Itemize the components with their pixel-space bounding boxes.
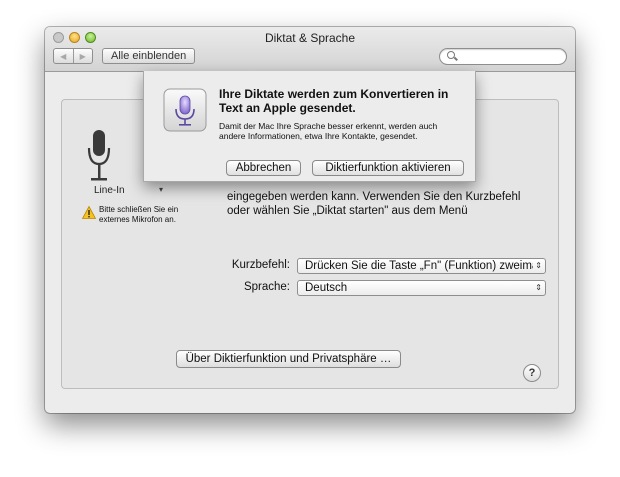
description-text: eingegeben werden kann. Verwenden Sie de… [227,191,521,217]
shortcut-value: Drücken Sie die Taste „Fn" (Funktion) zw… [305,260,541,272]
microphone-icon [87,130,111,181]
shortcut-popup[interactable]: Drücken Sie die Taste „Fn" (Funktion) zw… [297,258,546,274]
back-button[interactable]: ◀ [54,49,74,63]
shortcut-label: Kurzbefehl: [231,259,290,271]
sheet-body: Damit der Mac Ihre Sprache besser erkenn… [219,121,438,141]
show-all-button[interactable]: Alle einblenden [102,48,196,64]
search-icon [447,51,455,59]
help-button[interactable]: ? [523,364,541,382]
back-forward-control: ◀ ▶ [53,48,93,64]
forward-button[interactable]: ▶ [74,49,93,63]
language-label: Sprache: [243,281,290,293]
language-value: Deutsch [305,282,348,294]
language-popup[interactable]: Deutsch ⇕ [297,280,546,296]
popup-arrows-icon: ⇕ [533,259,542,273]
dictation-consent-sheet: Ihre Diktate werden zum Konvertieren in … [143,71,476,182]
microphone-warning-text: Bitte schließen Sie ein externes Mikrofo… [99,205,179,224]
title-bar: Diktat & Sprache ◀ ▶ Alle einblenden [45,27,575,72]
chevron-down-icon[interactable]: ▾ [159,185,163,194]
privacy-button[interactable]: Über Diktierfunktion und Privatsphäre … [176,350,401,368]
cancel-button[interactable]: Abbrechen [226,160,301,176]
sheet-title: Ihre Diktate werden zum Konvertieren in … [219,87,449,115]
window-title: Diktat & Sprache [264,31,356,45]
siri-microphone-icon [163,88,207,132]
activate-dictation-button[interactable]: Diktierfunktion aktivieren [312,160,464,176]
input-device-popup[interactable]: Line-In [94,185,125,196]
warning-triangle-icon [82,206,96,219]
search-field[interactable] [439,48,567,65]
popup-arrows-icon: ⇕ [533,281,542,295]
